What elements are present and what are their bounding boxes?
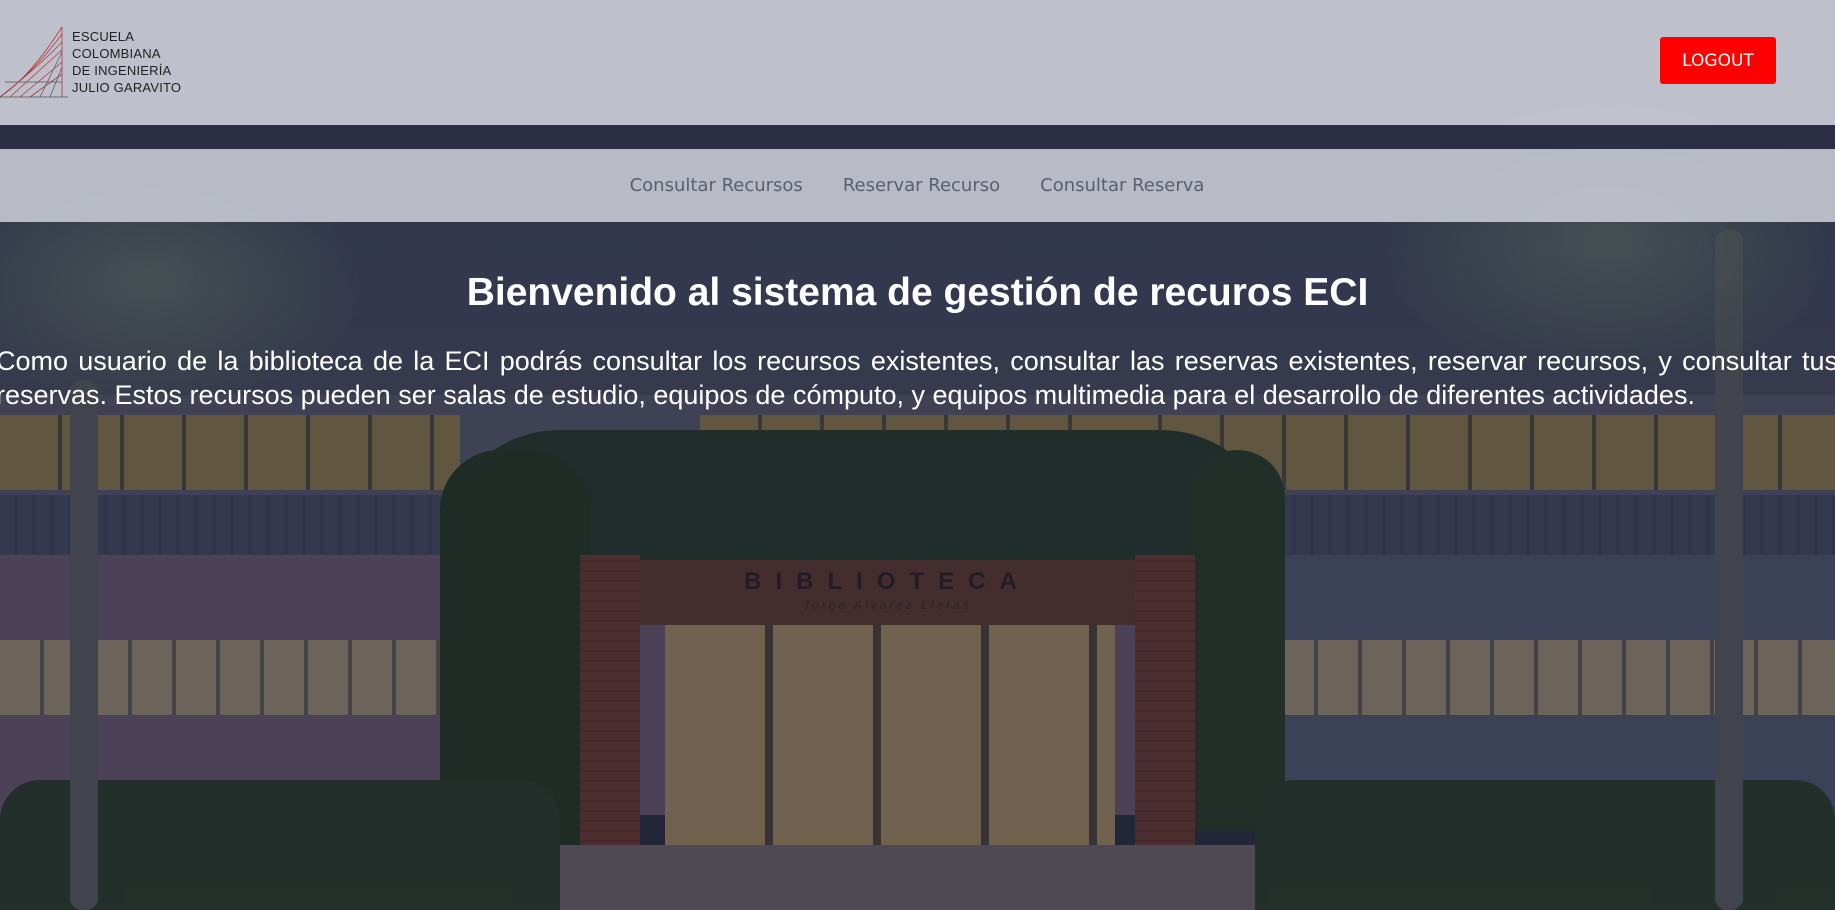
logo-line: JULIO GARAVITO	[72, 80, 182, 95]
nav-reservar-recurso[interactable]: Reservar Recurso	[843, 175, 1000, 196]
intro-paragraph: Como usuario de la biblioteca de la ECI …	[0, 346, 1835, 410]
logo-text: ESCUELA COLOMBIANA DE INGENIERÍA JULIO G…	[72, 28, 181, 96]
header: ESCUELA COLOMBIANA DE INGENIERÍA JULIO G…	[0, 0, 1835, 125]
logo-line: ESCUELA	[72, 29, 135, 44]
nav-consultar-reserva[interactable]: Consultar Reserva	[1040, 175, 1204, 196]
logout-button[interactable]: LOGOUT	[1660, 37, 1776, 84]
logo-line: DE INGENIERÍA	[72, 63, 172, 78]
logo-line: COLOMBIANA	[72, 46, 161, 61]
page-title: Bienvenido al sistema de gestión de recu…	[466, 271, 1369, 314]
nav-consultar-recursos[interactable]: Consultar Recursos	[630, 175, 803, 196]
eci-logo[interactable]: ESCUELA COLOMBIANA DE INGENIERÍA JULIO G…	[0, 22, 200, 102]
page: BIBLIOTECA Jorge Alvarez Lleras ESCUELA …	[0, 0, 1835, 910]
eci-logo-icon	[0, 26, 68, 98]
nav-links: Consultar Recursos Reservar Recurso Cons…	[630, 175, 1205, 196]
header-divider	[0, 125, 1835, 149]
main-nav: Consultar Recursos Reservar Recurso Cons…	[0, 149, 1835, 222]
